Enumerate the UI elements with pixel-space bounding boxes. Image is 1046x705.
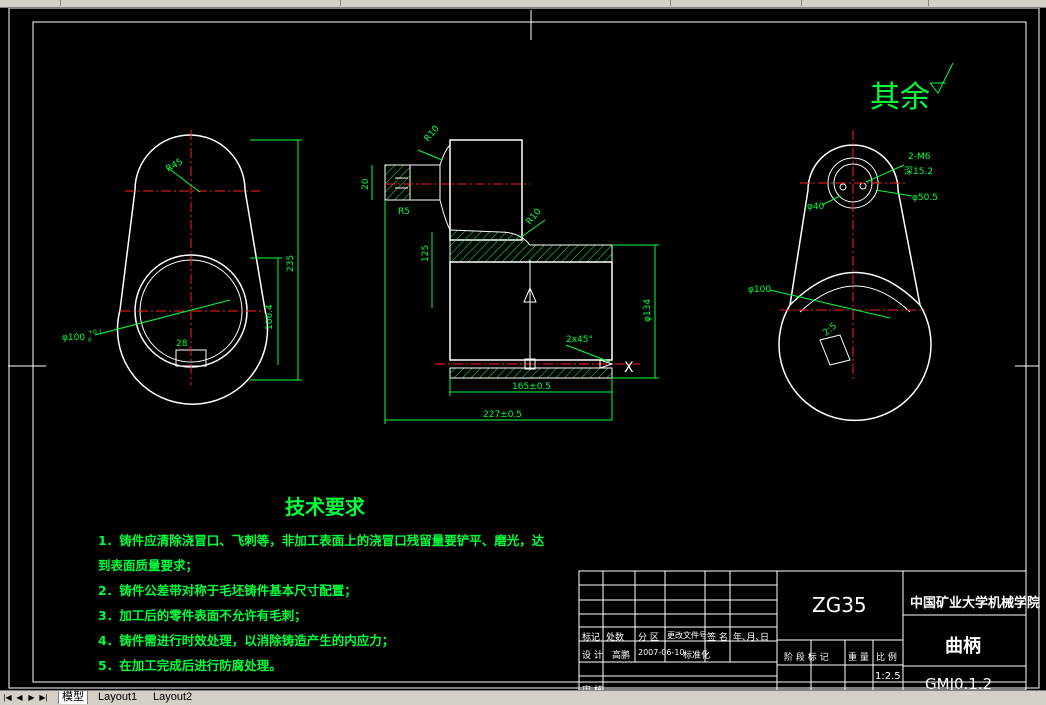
dim-235: 235 — [286, 255, 296, 272]
dim-d40: φ40 — [807, 202, 825, 212]
part-name: 曲柄 — [945, 636, 981, 657]
toolbar-segment[interactable] — [290, 0, 341, 6]
ratio-label: 比 例 — [876, 653, 897, 663]
col-label: 标记 — [582, 633, 601, 643]
drawing-canvas[interactable]: R45 235 106.4 φ100 +0.1 0 28 R10 R10 R5 … — [0, 8, 1046, 696]
dim-depth: 深15.2 — [904, 166, 933, 177]
designer-name: 高鹏 — [612, 651, 631, 661]
scale-value: 1:2.5 — [875, 671, 901, 682]
requirement-line: 2．铸件公差带对称于毛坯铸件基本尺寸配置； — [98, 583, 357, 598]
dim-227: 227±0.5 — [483, 410, 522, 420]
dim-r10-bottom: R10 — [525, 207, 544, 227]
dim-28: 28 — [176, 339, 188, 349]
requirement-line: 5．在加工完成后进行防腐处理。 — [98, 658, 282, 673]
dim-20: 20 — [361, 178, 371, 190]
dim-d50: φ50.5 — [912, 193, 938, 203]
std-label: 标准化 — [683, 651, 711, 661]
dim-106: 106.4 — [265, 304, 275, 330]
requirement-line: 1．铸件应清除浇冒口、飞刺等，非加工表面上的浇冒口残留量要铲平、磨光，达 — [98, 533, 545, 548]
dim-chamfer: 2x45° — [566, 335, 593, 345]
school-label: 中国矿业大学机械学院 — [910, 596, 1041, 611]
requirements-title: 技术要求 — [285, 495, 365, 519]
col-label: 年､月､日 — [733, 633, 770, 643]
roughness-symbol — [929, 62, 954, 94]
dim-r45: R45 — [165, 157, 185, 175]
requirement-line: 3．加工后的零件表面不允许有毛刺； — [98, 608, 307, 623]
toolbar-strip — [0, 0, 1046, 8]
toolbar-segment[interactable] — [0, 0, 61, 6]
stage-label: 阶 段 标 记 — [784, 653, 829, 663]
design-label: 设 计 — [582, 651, 603, 661]
nav-prev-button[interactable]: ◀ — [14, 692, 25, 703]
dim-125: 125 — [421, 245, 431, 262]
toolbar-segment[interactable] — [676, 0, 802, 6]
nav-first-button[interactable]: |◀ — [2, 692, 13, 703]
dim-d134: φ134 — [643, 299, 653, 322]
col-label: 更改文件号 — [667, 631, 707, 640]
nav-next-button[interactable]: ▶ — [26, 692, 37, 703]
tab-layout1[interactable]: Layout1 — [95, 691, 140, 704]
dim-r5: R5 — [398, 207, 410, 217]
dim-165: 165±0.5 — [512, 382, 551, 392]
layout-tabbar: |◀ ◀ ▶ ▶| 模型 Layout1 Layout2 — [0, 690, 1046, 705]
dim-r10-top: R10 — [423, 124, 442, 144]
dim-d100: φ100 — [62, 333, 85, 343]
dim-d100-right: φ100 — [748, 285, 771, 295]
left-view: R45 235 106.4 φ100 +0.1 0 28 — [62, 130, 302, 405]
requirement-line: 4．铸件需进行时效处理，以消除铸造产生的内应力； — [98, 633, 395, 648]
design-date: 2007-06-10 — [638, 648, 685, 657]
side-view: 2-M6 深15.2 φ40 φ50.5 φ100 2:5 — [748, 130, 938, 422]
tab-layout2[interactable]: Layout2 — [150, 691, 195, 704]
tab-model[interactable]: 模型 — [58, 691, 88, 704]
weight-label: 重 量 — [848, 653, 869, 663]
section-view: R10 R10 R5 20 125 φ134 2x45° 165±0.5 227… — [361, 124, 659, 424]
svg-text:+0.1: +0.1 — [88, 329, 103, 336]
col-label: 签 名 — [707, 633, 728, 643]
surface-note: 其余 — [870, 80, 930, 115]
dim-m6: 2-M6 — [908, 152, 931, 162]
toolbar-segment[interactable] — [350, 0, 671, 6]
svg-text:0: 0 — [88, 337, 92, 344]
col-label: 分 区 — [638, 633, 659, 643]
col-label: 处数 — [606, 633, 625, 643]
material-label: ZG35 — [812, 593, 867, 617]
nav-last-button[interactable]: ▶| — [38, 692, 49, 703]
toolbar-segment[interactable] — [808, 0, 929, 6]
view-mark-x: X — [624, 360, 634, 376]
requirement-line: 到表面质量要求； — [98, 558, 199, 573]
